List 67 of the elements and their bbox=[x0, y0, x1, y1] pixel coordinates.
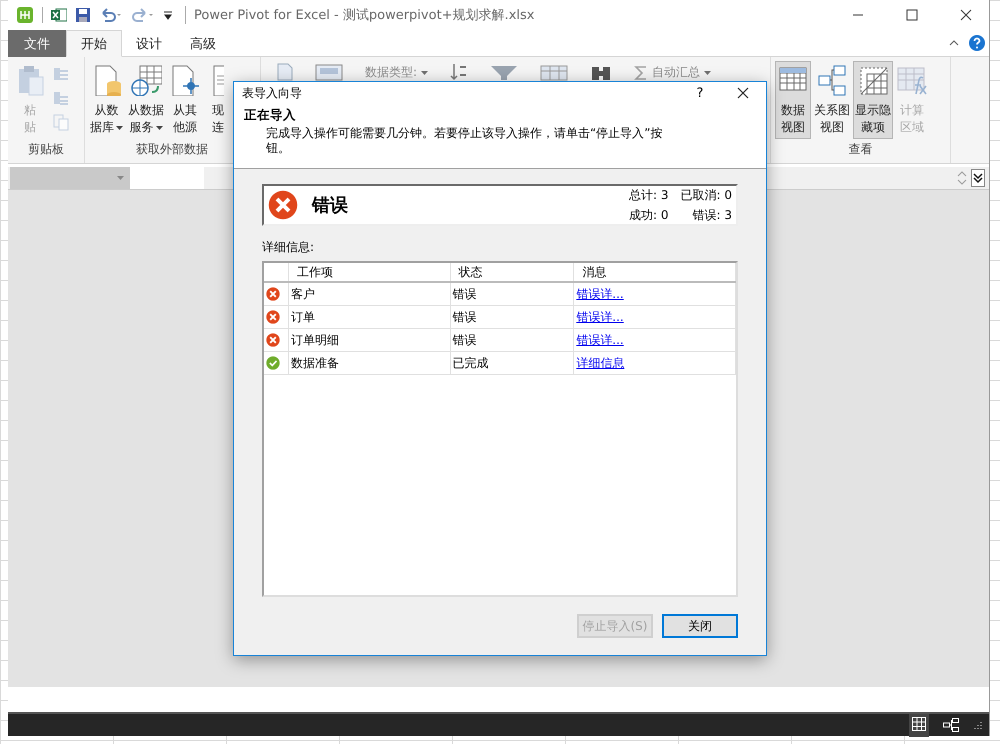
details-link[interactable]: 错误详... bbox=[576, 310, 624, 324]
app-logo-icon bbox=[16, 6, 34, 24]
window-title: Power Pivot for Excel - 测试powerpivot+规划求解.xlsx bbox=[185, 6, 534, 24]
ribbon-tab[interactable]: 设计 bbox=[122, 30, 176, 57]
group-label: 获取外部数据 bbox=[135, 141, 209, 158]
column-header[interactable]: 状态 bbox=[450, 263, 574, 282]
help-button[interactable]: ? bbox=[680, 86, 720, 100]
error-icon bbox=[266, 333, 280, 347]
ribbon-tab[interactable]: 开始 bbox=[66, 30, 122, 57]
column-header[interactable]: 工作项 bbox=[288, 263, 450, 282]
table-cell: 错误 bbox=[450, 306, 574, 328]
table-cell: 错误 bbox=[450, 328, 574, 352]
dialog-description: 完成导入操作可能需要几分钟。若要停止该导入操作，请单击“停止导入”按钮。 bbox=[266, 126, 664, 156]
ribbon-tab[interactable]: 文件 bbox=[8, 30, 66, 57]
table-cell: 已完成 bbox=[450, 352, 574, 374]
group-label: 剪贴板 bbox=[27, 141, 65, 158]
close-icon[interactable] bbox=[960, 9, 972, 21]
help-icon[interactable] bbox=[969, 35, 985, 51]
dialog-button[interactable]: 关闭 bbox=[662, 614, 738, 638]
customize-icon[interactable] bbox=[163, 9, 173, 21]
dialog-heading: 正在导入 bbox=[244, 107, 297, 124]
count-label: 错误: 3 bbox=[692, 206, 732, 224]
formula-field[interactable] bbox=[130, 167, 204, 189]
error-icon bbox=[266, 310, 280, 324]
details-label: 详细信息: bbox=[262, 239, 316, 256]
globe-table-icon bbox=[130, 64, 162, 96]
ribbon-button[interactable]: 现 连 bbox=[212, 61, 224, 136]
ribbon-button[interactable]: 从数据 服务 bbox=[126, 61, 166, 139]
table-cell: 订单明细 bbox=[288, 328, 450, 352]
diagram-view-icon[interactable] bbox=[943, 718, 959, 732]
sigma-icon bbox=[634, 64, 648, 80]
details-link[interactable]: 错误详... bbox=[576, 286, 624, 300]
group-label: 查看 bbox=[848, 141, 874, 158]
details-link[interactable]: 详细信息 bbox=[576, 356, 624, 370]
close-icon[interactable] bbox=[737, 87, 749, 99]
maximize-icon[interactable] bbox=[906, 9, 918, 21]
ribbon-button[interactable]: 显示隐 藏项 bbox=[853, 61, 893, 139]
ribbon-button[interactable]: 关系图 视图 bbox=[812, 61, 852, 139]
table-icon bbox=[540, 63, 568, 81]
ribbon-button[interactable]: 从其 他源 bbox=[167, 61, 203, 139]
error-icon bbox=[268, 190, 298, 220]
details-link[interactable]: 错误详... bbox=[576, 332, 624, 346]
table-cell: 客户 bbox=[288, 282, 450, 306]
collapse-icon[interactable] bbox=[949, 39, 959, 47]
error-icon bbox=[266, 287, 280, 301]
dropdown-icon bbox=[117, 176, 124, 180]
resize-grip-icon[interactable] bbox=[973, 720, 983, 730]
ribbon-button[interactable]: 从数 据库 bbox=[88, 61, 125, 139]
save-icon[interactable] bbox=[75, 7, 91, 23]
grid-view-icon[interactable] bbox=[912, 716, 926, 730]
expand-icon[interactable] bbox=[971, 169, 985, 187]
check-icon bbox=[266, 356, 280, 370]
column-header[interactable]: 消息 bbox=[574, 263, 736, 282]
dialog-title: 表导入向导 bbox=[242, 84, 303, 102]
table-cell: 错误 bbox=[450, 282, 574, 306]
table-cell: 数据准备 bbox=[288, 352, 450, 374]
count-label: 已取消: 0 bbox=[680, 186, 732, 204]
diagram-icon bbox=[816, 64, 848, 96]
result-label: 错误 bbox=[312, 194, 349, 217]
ribbon-button[interactable]: 数据 视图 bbox=[775, 61, 811, 139]
spreadsheet-icon[interactable] bbox=[51, 7, 67, 23]
ribbon-tab[interactable]: 高级 bbox=[176, 30, 230, 57]
sort-icon bbox=[450, 63, 468, 81]
document-icon bbox=[212, 64, 224, 96]
table-cell: 订单 bbox=[288, 306, 450, 328]
count-label: 成功: 0 bbox=[629, 206, 668, 224]
count-label: 总计: 3 bbox=[629, 186, 668, 204]
